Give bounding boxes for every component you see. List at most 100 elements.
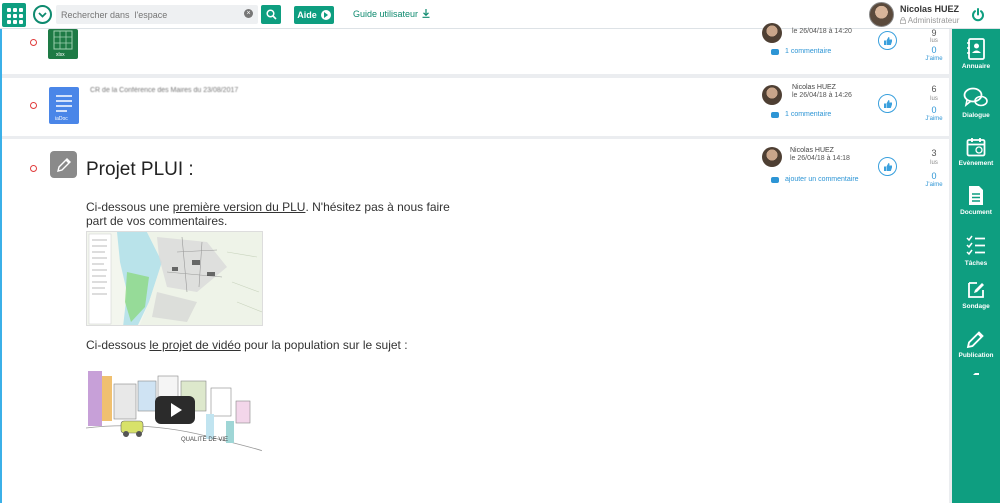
- thumbs-up-icon: [883, 162, 892, 171]
- post-title[interactable]: CR de la Conférence des Maires du 23/08/…: [90, 87, 238, 94]
- sidebar-item-annuaire[interactable]: Annuaire: [952, 38, 1000, 70]
- svg-text:iaDoc: iaDoc: [55, 116, 68, 122]
- google-doc-icon: iaDoc: [49, 87, 79, 124]
- like-button[interactable]: [878, 157, 897, 176]
- sidebar-item-document[interactable]: Document: [952, 185, 1000, 216]
- post-card-projet-plui: Projet PLUI : Ci-dessous une première ve…: [2, 139, 949, 503]
- body-text: pour la population sur le sujet :: [240, 338, 408, 352]
- likes-count[interactable]: 0: [924, 45, 944, 55]
- video-intro-line: Ci-dessous le projet de vidéo pour la po…: [86, 338, 408, 353]
- calendar-icon: [966, 138, 986, 157]
- sidebar-item-sondage[interactable]: Sondage: [952, 280, 1000, 310]
- views-label: lus: [930, 160, 938, 166]
- chat-bubbles-icon: [963, 87, 988, 107]
- video-project-link[interactable]: le projet de vidéo: [149, 338, 240, 352]
- post-date: le 26/04/18 à 14:20: [792, 28, 852, 35]
- poll-edit-icon: [968, 282, 984, 298]
- author-name[interactable]: Nicolas HUEZ: [792, 84, 836, 91]
- comment-link-label: ajouter un commentaire: [785, 176, 859, 183]
- sidebar-item-label: Publication: [958, 352, 994, 359]
- comment-link-label: 1 commentaire: [785, 111, 832, 118]
- add-comment-link[interactable]: ajouter un commentaire: [771, 176, 859, 183]
- body-text: Ci-dessous une: [86, 200, 173, 214]
- checklist-icon: [966, 235, 985, 256]
- sidebar-item-taches[interactable]: Tâches: [952, 235, 1000, 267]
- download-icon: [422, 9, 430, 18]
- search-button[interactable]: [261, 5, 281, 24]
- aide-label: Aide: [297, 10, 317, 20]
- like-button[interactable]: [878, 94, 897, 113]
- comment-link-label: 1 commentaire: [785, 48, 832, 55]
- body-text: . N'hésitez pas à nous faire: [305, 200, 450, 214]
- author-avatar[interactable]: [762, 23, 782, 43]
- video-play-button[interactable]: [155, 396, 195, 424]
- unread-dot: [30, 165, 37, 172]
- post-body-line-1: Ci-dessous une première version du PLU. …: [86, 200, 450, 215]
- lock-icon: [900, 17, 906, 24]
- sidebar-item-label: Document: [960, 209, 992, 216]
- address-book-icon: [967, 38, 985, 60]
- post-body-line-2: part de vos commentaires.: [86, 214, 228, 228]
- thumbs-up-icon: [883, 36, 892, 45]
- user-role: Administrateur: [900, 16, 959, 25]
- author-avatar[interactable]: [762, 147, 782, 167]
- svg-text:QUALITÉ DE VIE: QUALITÉ DE VIE: [181, 436, 228, 443]
- author-avatar[interactable]: [762, 85, 782, 105]
- clear-search-icon[interactable]: ×: [244, 9, 253, 18]
- feed: xlsx le 26/04/18 à 14:20 1 commentaire 9…: [0, 23, 952, 503]
- post-title[interactable]: Projet PLUI :: [86, 159, 194, 181]
- post-date: le 26/04/18 à 14:26: [792, 92, 852, 99]
- publication-pencil-icon: [50, 151, 77, 178]
- sidebar-item-evenement[interactable]: Evènement: [952, 137, 1000, 167]
- likes-count[interactable]: 0: [924, 171, 944, 181]
- sidebar-item-label: Sondage: [962, 303, 990, 310]
- unread-dot: [30, 102, 37, 109]
- user-role-label: Administrateur: [907, 16, 960, 25]
- views-count: 6: [931, 84, 937, 94]
- excel-file-icon: xlsx: [48, 29, 78, 59]
- post-card[interactable]: iaDoc CR de la Conférence des Maires du …: [2, 78, 949, 136]
- sidebar-item-label: Annuaire: [961, 63, 991, 70]
- collapse-caret-icon[interactable]: [973, 372, 979, 375]
- likes-label: J'aime: [925, 182, 943, 188]
- svg-text:xlsx: xlsx: [56, 52, 65, 58]
- body-text: Ci-dessous: [86, 338, 150, 352]
- guide-label: Guide utilisateur: [353, 9, 419, 19]
- aide-button[interactable]: Aide: [294, 6, 334, 24]
- sidebar-item-label: Dialogue: [962, 112, 990, 119]
- sidebar-item-label: Evènement: [958, 160, 994, 167]
- comment-link[interactable]: 1 commentaire: [771, 48, 831, 55]
- plu-document-link[interactable]: première version du PLU: [173, 200, 306, 214]
- user-avatar[interactable]: [869, 2, 894, 27]
- likes-label: J'aime: [925, 56, 943, 62]
- comment-link[interactable]: 1 commentaire: [771, 111, 831, 118]
- likes-count[interactable]: 0: [924, 105, 944, 115]
- user-name[interactable]: Nicolas HUEZ: [900, 4, 959, 14]
- views-count: 9: [931, 28, 937, 38]
- post-card[interactable]: xlsx le 26/04/18 à 14:20 1 commentaire 9…: [2, 23, 949, 74]
- comment-icon: [771, 176, 779, 183]
- logout-button[interactable]: [955, 0, 1000, 29]
- views-label: lus: [930, 38, 938, 44]
- video-thumbnail[interactable]: QUALITÉ DE VIE: [86, 366, 262, 456]
- apps-grid-icon[interactable]: [2, 3, 26, 27]
- top-bar: × Aide Guide utilisateur Nicolas HUEZ Ad…: [0, 0, 1000, 29]
- space-selector-chevron-icon[interactable]: [33, 5, 52, 24]
- sidebar-item-dialogue[interactable]: Dialogue: [952, 87, 1000, 119]
- views-count: 3: [931, 148, 937, 158]
- search-box: ×: [56, 5, 258, 25]
- sidebar-item-publication[interactable]: Publication: [952, 329, 1000, 359]
- guide-link[interactable]: Guide utilisateur: [353, 9, 430, 19]
- comment-icon: [771, 111, 779, 118]
- author-name[interactable]: Nicolas HUEZ: [790, 147, 834, 154]
- unread-dot: [30, 39, 37, 46]
- thumbs-up-icon: [883, 99, 892, 108]
- search-input[interactable]: [56, 5, 236, 25]
- like-button[interactable]: [878, 31, 897, 50]
- power-icon: [971, 7, 984, 21]
- plu-map-image[interactable]: [86, 231, 263, 326]
- document-icon: [969, 186, 983, 205]
- search-icon: [265, 9, 277, 20]
- sidebar-item-label: Tâches: [964, 260, 988, 267]
- play-icon: [320, 10, 331, 20]
